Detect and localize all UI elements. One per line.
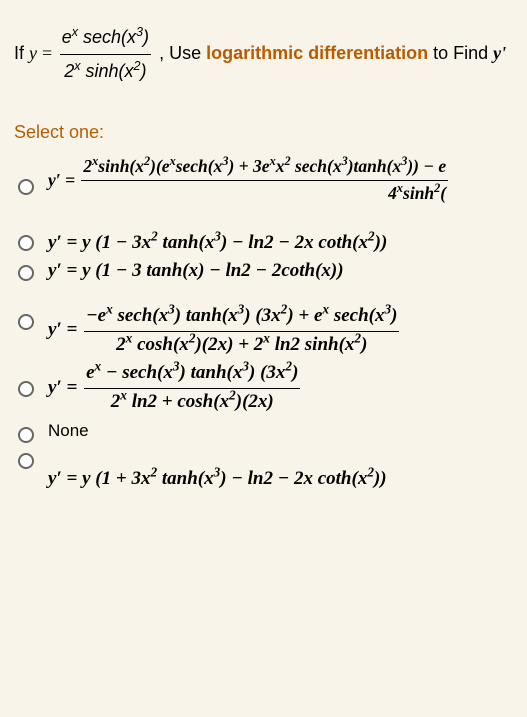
option-6[interactable]: None <box>14 421 513 443</box>
radio-icon[interactable] <box>18 453 34 469</box>
option-7[interactable]: y′ = y (1 + 3x2 tanh(x3) − ln2 − 2x coth… <box>14 447 513 492</box>
option-2-math: y′ = y (1 − 3x2 tanh(x3) − ln2 − 2x coth… <box>48 211 387 256</box>
radio-icon[interactable] <box>18 235 34 251</box>
radio-icon[interactable] <box>18 381 34 397</box>
question-stem: If y = ex sech(x3) 2x sinh(x2) , Use log… <box>14 22 513 86</box>
option-3-math: y′ = y (1 − 3 tanh(x) − ln2 − 2coth(x)) <box>48 259 344 284</box>
question-fraction: ex sech(x3) 2x sinh(x2) <box>60 22 151 86</box>
option-7-math: y′ = y (1 + 3x2 tanh(x3) − ln2 − 2x coth… <box>48 447 387 492</box>
option-5[interactable]: y′ = ex − sech(x3) tanh(x3) (3x2) 2x ln2… <box>14 361 513 414</box>
radio-icon[interactable] <box>18 179 34 195</box>
question-use: , Use <box>159 43 201 63</box>
radio-icon[interactable] <box>18 314 34 330</box>
question-denominator: 2x sinh(x2) <box>60 55 151 87</box>
option-4[interactable]: y′ = −ex sech(x3) tanh(x3) (3x2) + ex se… <box>14 290 513 357</box>
option-4-math: y′ = −ex sech(x3) tanh(x3) (3x2) + ex se… <box>48 290 399 357</box>
question-prefix: If <box>14 43 29 63</box>
question-tofind: to Find <box>433 43 493 63</box>
radio-icon[interactable] <box>18 427 34 443</box>
radio-icon[interactable] <box>18 265 34 281</box>
question-numerator: ex sech(x3) <box>60 22 151 55</box>
option-2[interactable]: y′ = y (1 − 3x2 tanh(x3) − ln2 − 2x coth… <box>14 211 513 256</box>
option-5-math: y′ = ex − sech(x3) tanh(x3) (3x2) 2x ln2… <box>48 361 300 414</box>
option-6-text: None <box>48 421 89 441</box>
question-keyword: logarithmic differentiation <box>206 43 428 63</box>
option-1-math: y′ = 2xsinh(x2)(exsech(x3) + 3exx2 sech(… <box>48 155 448 205</box>
option-3[interactable]: y′ = y (1 − 3 tanh(x) − ln2 − 2coth(x)) <box>14 259 513 284</box>
question-yprime: y' <box>493 43 506 63</box>
select-one-label: Select one: <box>14 122 513 143</box>
option-1[interactable]: y′ = 2xsinh(x2)(exsech(x3) + 3exx2 sech(… <box>14 155 513 205</box>
